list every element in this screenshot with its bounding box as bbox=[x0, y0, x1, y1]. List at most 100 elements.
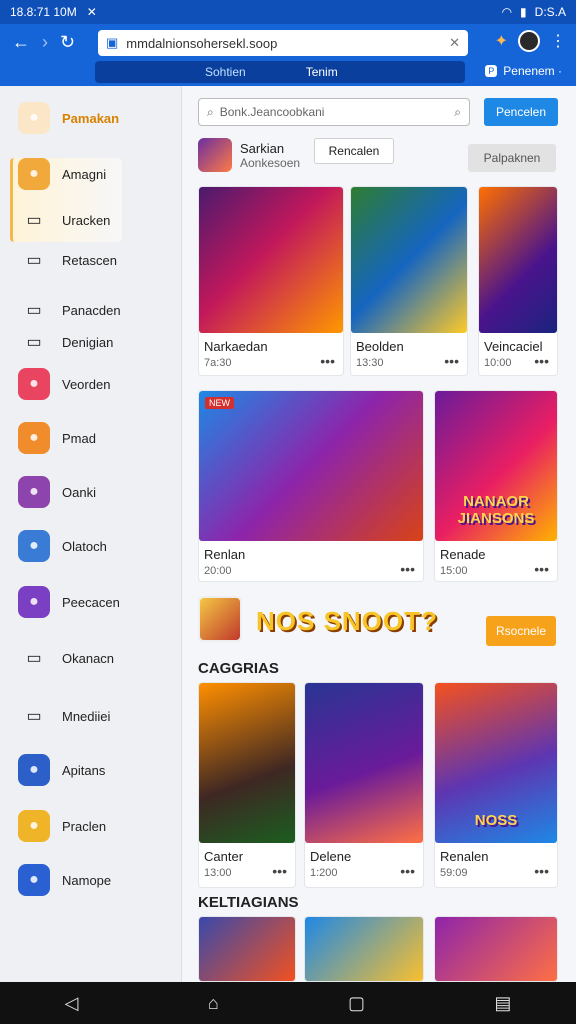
more-options-icon[interactable]: ••• bbox=[444, 353, 459, 369]
sidebar-item-label: Uracken bbox=[62, 212, 111, 228]
panel-label: Penenem · bbox=[503, 64, 562, 78]
game-card-count: 59:09 bbox=[440, 867, 468, 879]
status-right-text: D:S.A bbox=[534, 5, 566, 19]
game-card[interactable] bbox=[304, 916, 424, 982]
tab-sohtien[interactable]: Sohtien bbox=[205, 65, 246, 79]
game-art-thumbnail bbox=[479, 187, 557, 333]
sidebar-item-3[interactable]: ▭ Retascen bbox=[18, 244, 116, 276]
more-options-icon[interactable]: ••• bbox=[534, 561, 549, 577]
sidebar-item-5[interactable]: ▭ Denigian bbox=[18, 326, 113, 358]
sidebar-item-1[interactable]: ● Amagni bbox=[18, 158, 106, 190]
sidebar-item-2[interactable]: ▭ Uracken bbox=[18, 204, 110, 236]
follow-button[interactable]: Rencalen bbox=[314, 138, 394, 164]
game-card[interactable] bbox=[434, 916, 558, 982]
sidebar-item-label: Namope bbox=[62, 872, 112, 888]
sidebar-item-label: Mnediiei bbox=[62, 708, 111, 724]
more-options-icon[interactable]: ••• bbox=[400, 863, 415, 879]
sidebar-item-label: Oanki bbox=[62, 484, 96, 500]
system-nav-bar: ◁ ⌂ ▢ ▤ bbox=[0, 982, 576, 1024]
sidebar-item-9[interactable]: ● Olatoch bbox=[18, 530, 107, 562]
game-card-title: Renade bbox=[440, 547, 486, 562]
url-bar[interactable]: ▣ mmdalnionsohersekl.soop ✕ bbox=[98, 30, 468, 56]
game-card[interactable] bbox=[198, 916, 296, 982]
secondary-button[interactable]: Palpaknen bbox=[468, 144, 556, 172]
more-options-icon[interactable]: ••• bbox=[534, 353, 549, 369]
profile-name: Sarkian bbox=[240, 140, 285, 156]
notification-icon: ✕ bbox=[86, 5, 97, 19]
game-face-icon: ● bbox=[18, 368, 50, 400]
hero-avatar-icon: ● bbox=[18, 422, 50, 454]
banner-button[interactable]: Rsocnele bbox=[486, 616, 556, 646]
game-card-count: 7a:30 bbox=[204, 357, 232, 369]
promo-banner[interactable]: NOS SNOOT? Rsocnele bbox=[198, 596, 558, 646]
sidebar-item-12[interactable]: ▭ Mnediiei bbox=[18, 700, 110, 732]
panel-button[interactable]: P Penenem · bbox=[485, 64, 562, 78]
game-card[interactable]: NEW Renlan 20:00 ••• bbox=[198, 390, 424, 582]
menu-kebab-icon[interactable]: ⋮ bbox=[550, 31, 566, 51]
tab-tenim[interactable]: Tenim bbox=[306, 65, 338, 79]
status-bar: 18.8:71 10M ✕ ◠ ▮ D:S.A bbox=[0, 0, 576, 24]
account-avatar[interactable] bbox=[518, 30, 540, 52]
nav-recents-icon[interactable]: ▢ bbox=[348, 993, 365, 1014]
sidebar-item-7[interactable]: ● Pmad bbox=[18, 422, 96, 454]
folder-icon: ▭ bbox=[26, 334, 42, 351]
sidebar-item-13[interactable]: ● Apitans bbox=[18, 754, 105, 786]
sidebar-item-0[interactable]: ● Pamakan bbox=[18, 102, 119, 134]
sidebar-item-label: Okanacn bbox=[62, 650, 115, 666]
search-input[interactable]: ⌕ Bonk.Jeancoobkani ⌕ bbox=[198, 98, 470, 126]
sidebar-item-label: Peecacen bbox=[62, 594, 120, 610]
ninja-avatar-icon: ● bbox=[18, 754, 50, 786]
game-card-count: 20:00 bbox=[204, 565, 232, 577]
people-icon: ▭ bbox=[26, 708, 42, 725]
search-placeholder: Bonk.Jeancoobkani bbox=[219, 105, 325, 119]
search-icon: ⌕ bbox=[207, 104, 214, 119]
more-options-icon[interactable]: ••• bbox=[400, 561, 415, 577]
more-options-icon[interactable]: ••• bbox=[320, 353, 335, 369]
game-card[interactable]: NANAOR JIANSONS Renade 15:00 ••• bbox=[434, 390, 558, 582]
more-options-icon[interactable]: ••• bbox=[272, 863, 287, 879]
game-card[interactable]: Veincaciel 10:00 ••• bbox=[478, 186, 558, 376]
sidebar-item-label: Pamakan bbox=[62, 110, 120, 126]
sidebar-item-4[interactable]: ▭ Panacden bbox=[18, 294, 121, 326]
game-card-count: 10:00 bbox=[484, 357, 512, 369]
sidebar-item-label: Denigian bbox=[62, 334, 114, 350]
game-art-thumbnail bbox=[351, 187, 467, 333]
game-art-title: NOSS bbox=[474, 812, 518, 829]
sidebar-item-label: Panacden bbox=[62, 302, 121, 318]
game-card[interactable]: Canter 13:00 ••• bbox=[198, 682, 296, 888]
nav-home-icon[interactable]: ⌂ bbox=[208, 993, 219, 1014]
sidebar-item-11[interactable]: ▭ Okanacn bbox=[18, 642, 114, 674]
more-options-icon[interactable]: ••• bbox=[534, 863, 549, 879]
status-time: 18.8:71 10M bbox=[10, 5, 77, 19]
game-art-thumbnail bbox=[435, 917, 557, 981]
reload-icon[interactable]: ↻ bbox=[60, 32, 75, 53]
sidebar-item-14[interactable]: ● Praclen bbox=[18, 810, 106, 842]
main-content: ⌕ Bonk.Jeancoobkani ⌕ Pencelen Sarkian A… bbox=[182, 86, 576, 982]
game-art-thumbnail bbox=[199, 917, 295, 981]
game-card-count: 13:00 bbox=[204, 867, 232, 879]
game-card[interactable]: NOSS Renalen 59:09 ••• bbox=[434, 682, 558, 888]
game-card[interactable]: Narkaedan 7a:30 ••• bbox=[198, 186, 344, 376]
nav-back-icon[interactable]: ◁ bbox=[65, 993, 79, 1014]
sidebar-item-label: Veorden bbox=[62, 376, 111, 392]
signal-icon: ▮ bbox=[520, 5, 527, 19]
sidebar-item-6[interactable]: ● Veorden bbox=[18, 368, 110, 400]
back-arrow-icon[interactable]: ← bbox=[12, 32, 30, 53]
search-button[interactable]: Pencelen bbox=[484, 98, 558, 126]
sidebar-item-label: Apitans bbox=[62, 762, 106, 778]
forward-arrow-icon[interactable]: › bbox=[42, 32, 48, 53]
sidebar-item-10[interactable]: ● Peecacen bbox=[18, 586, 120, 618]
game-card[interactable]: Beolden 13:30 ••• bbox=[350, 186, 468, 376]
rocket-icon: ● bbox=[18, 864, 50, 896]
share-icon[interactable]: ✕ bbox=[449, 35, 460, 51]
extension-icon[interactable]: ✦ bbox=[495, 31, 508, 51]
sidebar-item-8[interactable]: ● Oanki bbox=[18, 476, 96, 508]
trophy-icon: ● bbox=[18, 810, 50, 842]
nav-chat-icon[interactable]: ▤ bbox=[494, 993, 511, 1014]
sidebar: ● Pamakan ● Amagni ▭ Uracken ▭ Retascen ▭ Panacde… bbox=[0, 86, 182, 982]
game-card[interactable]: Delene 1:200 ••• bbox=[304, 682, 424, 888]
tab-strip: Sohtien Tenim bbox=[95, 61, 465, 83]
game-art-thumbnail bbox=[305, 917, 423, 981]
sidebar-item-15[interactable]: ● Namope bbox=[18, 864, 111, 896]
profile-block[interactable]: Sarkian Aonkesoen bbox=[198, 138, 300, 172]
